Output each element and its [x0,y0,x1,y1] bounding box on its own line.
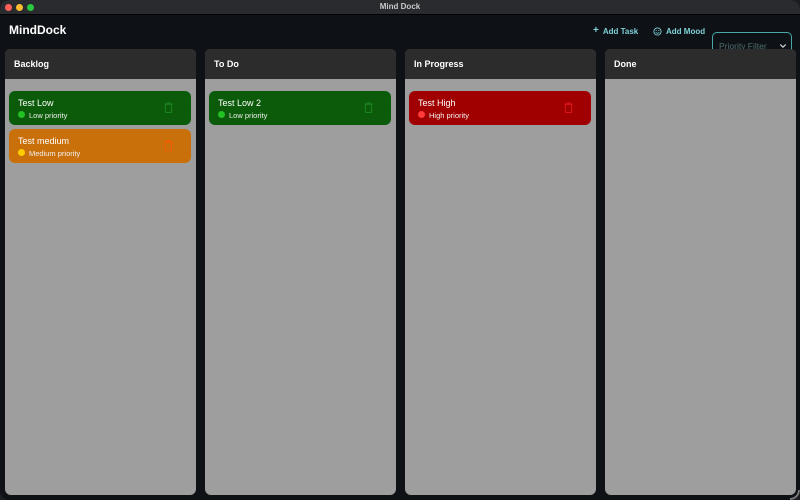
priority-dot-icon [418,111,425,118]
priority-dot-icon [18,149,25,156]
resize-handle[interactable] [790,490,800,500]
priority-dot-icon [18,111,25,118]
window-title: Mind Dock [379,2,421,11]
task-priority: Low priority [29,111,68,120]
task-card[interactable]: Test High High priority [409,91,591,125]
column-to-do: To Do Test Low 2 Low priority [205,49,396,495]
task-title: Test High [418,98,456,108]
column-header: In Progress [405,49,596,79]
task-title: Test Low [18,98,54,108]
add-mood-button[interactable]: Add Mood [653,25,705,37]
column-header: Backlog [5,49,196,79]
trash-icon[interactable] [564,102,573,113]
trash-icon[interactable] [164,102,173,113]
task-title: Test Low 2 [218,98,262,108]
task-card[interactable]: Test medium Medium priority [9,129,191,163]
task-card[interactable]: Test Low Low priority [9,91,191,125]
task-priority: High priority [429,111,470,120]
task-card[interactable]: Test Low 2 Low priority [209,91,391,125]
app-window: Mind Dock MindDock + Add Task Add Mood P… [0,0,800,500]
app-header: MindDock + Add Task Add Mood Priority Fi… [0,16,800,59]
plus-icon: + [593,25,599,36]
add-task-label: Add Task [602,26,639,36]
column-in-progress: In Progress Test High High priority [405,49,596,495]
add-task-button[interactable]: + Add Task [593,25,638,37]
column-header: Done [605,49,796,79]
title-bar: Mind Dock [0,0,800,15]
column-title: To Do [214,59,239,69]
task-priority: Medium priority [29,149,81,158]
column-title: Done [614,59,637,69]
add-mood-label: Add Mood [666,26,706,36]
column-backlog: Backlog Test Low Low priority Test mediu… [5,49,196,495]
column-done: Done [605,49,796,495]
trash-icon[interactable] [364,102,373,113]
app-title: MindDock [9,23,67,37]
trash-icon[interactable] [164,140,173,151]
column-header: To Do [205,49,396,79]
column-title: In Progress [414,59,464,69]
task-title: Test medium [18,136,70,146]
priority-dot-icon [218,111,225,118]
task-priority: Low priority [229,111,268,120]
column-title: Backlog [14,59,50,69]
smiley-icon [653,26,662,36]
